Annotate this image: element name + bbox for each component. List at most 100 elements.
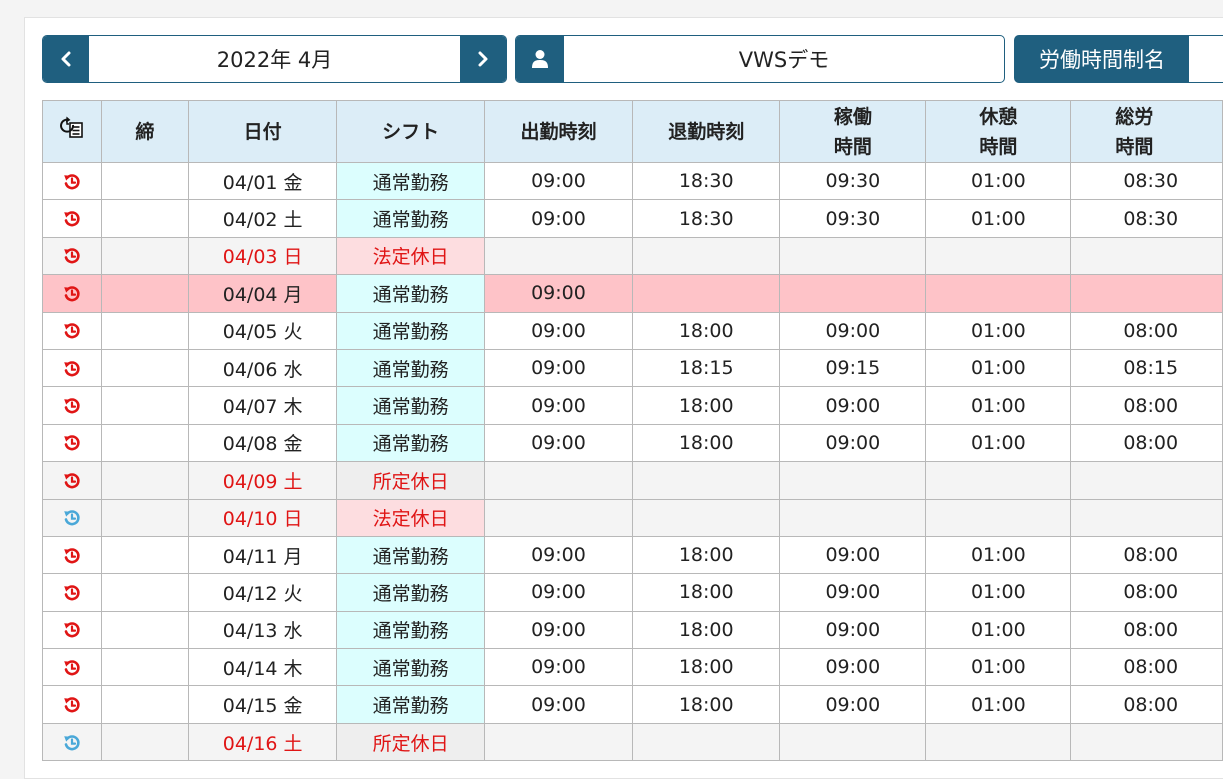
total-time-cell: 08:00	[1070, 311, 1223, 350]
history-icon	[64, 585, 80, 601]
break-time-cell: 01:00	[925, 311, 1072, 350]
history-cell[interactable]	[41, 610, 103, 650]
total-time-header-line1: 総労	[1115, 105, 1154, 128]
user-selector[interactable]: VWSデモ	[515, 35, 1005, 83]
work-time-cell: 09:00	[779, 423, 927, 463]
history-cell[interactable]	[41, 573, 103, 612]
clock-out-cell: 18:00	[632, 535, 781, 575]
history-icon	[64, 659, 80, 676]
shift-cell[interactable]: 通常勤務	[336, 535, 485, 575]
history-icon	[64, 547, 80, 563]
shift-cell[interactable]: 所定休日	[336, 722, 485, 762]
work-time-cell: 09:00	[779, 610, 927, 650]
history-cell[interactable]	[41, 722, 103, 762]
break-time-cell: 01:00	[925, 423, 1072, 463]
work-time-cell	[779, 461, 927, 500]
close-cell	[101, 311, 189, 350]
clock-in-cell: 09:00	[483, 685, 634, 724]
total-time-cell: 08:00	[1070, 610, 1223, 650]
work-time-cell: 09:00	[779, 648, 927, 687]
history-cell[interactable]	[41, 311, 103, 350]
history-icon	[64, 622, 80, 638]
history-cell[interactable]	[41, 274, 103, 313]
close-cell	[101, 610, 189, 650]
history-icon	[64, 360, 80, 377]
date-cell: 04/13 水	[187, 610, 338, 650]
history-cell[interactable]	[41, 685, 103, 724]
close-cell	[101, 498, 189, 537]
shift-cell[interactable]: 通常勤務	[336, 685, 485, 724]
break-time-cell: 01:00	[925, 161, 1072, 201]
shift-cell[interactable]: 通常勤務	[336, 648, 485, 687]
total-time-cell	[1070, 274, 1223, 313]
total-time-cell	[1070, 498, 1223, 537]
history-cell[interactable]	[41, 648, 103, 687]
shift-cell[interactable]: 通常勤務	[336, 610, 485, 650]
history-cell[interactable]	[41, 348, 103, 388]
clock-out-cell: 18:00	[632, 423, 781, 463]
total-time-column-header: 総労 時間	[1070, 100, 1223, 163]
close-cell	[101, 685, 189, 724]
clock-out-cell: 18:00	[632, 386, 781, 425]
break-time-cell	[925, 461, 1072, 500]
close-column-header: 締	[101, 100, 189, 163]
clock-out-cell	[632, 236, 781, 276]
shift-cell[interactable]: 通常勤務	[336, 348, 485, 388]
clock-out-cell: 18:00	[632, 610, 781, 650]
history-column-header[interactable]	[41, 100, 103, 163]
next-month-button[interactable]	[460, 36, 506, 82]
work-time-cell: 09:30	[779, 199, 927, 238]
clock-in-cell: 09:00	[483, 386, 634, 425]
user-button[interactable]	[516, 36, 564, 82]
work-time-cell: 09:00	[779, 573, 927, 612]
history-cell[interactable]	[41, 535, 103, 575]
work-time-cell	[779, 236, 927, 276]
history-cell[interactable]	[41, 423, 103, 463]
shift-cell[interactable]: 通常勤務	[336, 423, 485, 463]
clock-out-cell: 18:30	[632, 161, 781, 201]
work-time-header-line2: 時間	[833, 135, 872, 158]
chevron-right-icon	[478, 51, 488, 67]
break-time-cell	[925, 722, 1072, 762]
attendance-table: 締 日付 シフト 出勤時刻 退勤時刻 稼働 時間 休憩 時間 総労 時間 04/01 …	[41, 100, 1223, 762]
clock-out-cell: 18:15	[632, 348, 781, 388]
clock-out-cell	[632, 461, 781, 500]
date-cell: 04/01 金	[187, 161, 338, 201]
date-cell: 04/16 土	[187, 722, 338, 762]
total-time-cell: 08:15	[1070, 348, 1223, 388]
prev-month-button[interactable]	[43, 36, 89, 82]
shift-cell[interactable]: 通常勤務	[336, 573, 485, 612]
shift-cell[interactable]: 通常勤務	[336, 311, 485, 350]
clock-in-cell: 09:00	[483, 423, 634, 463]
clock-in-cell: 09:00	[483, 535, 634, 575]
history-cell[interactable]	[41, 498, 103, 537]
history-icon	[64, 510, 80, 526]
history-cell[interactable]	[41, 461, 103, 500]
user-icon	[532, 50, 548, 68]
history-cell[interactable]	[41, 161, 103, 201]
shift-cell[interactable]: 所定休日	[336, 461, 485, 500]
shift-cell[interactable]: 法定休日	[336, 236, 485, 276]
history-cell[interactable]	[41, 236, 103, 276]
shift-cell[interactable]: 通常勤務	[336, 199, 485, 238]
shift-cell[interactable]: 通常勤務	[336, 274, 485, 313]
shift-cell[interactable]: 通常勤務	[336, 161, 485, 201]
shift-cell[interactable]: 法定休日	[336, 498, 485, 537]
history-icon	[64, 286, 80, 302]
table-row: 04/06 水通常勤務 09:00 18:15 09:15 01:00 08:15	[41, 348, 1223, 388]
clock-in-column-header: 出勤時刻	[483, 100, 634, 163]
clock-in-cell: 09:00	[483, 161, 634, 201]
close-cell	[101, 461, 189, 500]
close-cell	[101, 199, 189, 238]
labor-system-field[interactable]	[1189, 36, 1223, 82]
history-cell[interactable]	[41, 199, 103, 238]
date-cell: 04/02 土	[187, 199, 338, 238]
history-icon	[64, 323, 80, 339]
history-icon	[64, 734, 80, 750]
history-cell[interactable]	[41, 386, 103, 425]
history-document-icon	[60, 116, 83, 138]
history-icon	[64, 697, 80, 713]
history-icon	[64, 248, 80, 264]
break-time-cell: 01:00	[925, 685, 1072, 724]
shift-cell[interactable]: 通常勤務	[336, 386, 485, 425]
